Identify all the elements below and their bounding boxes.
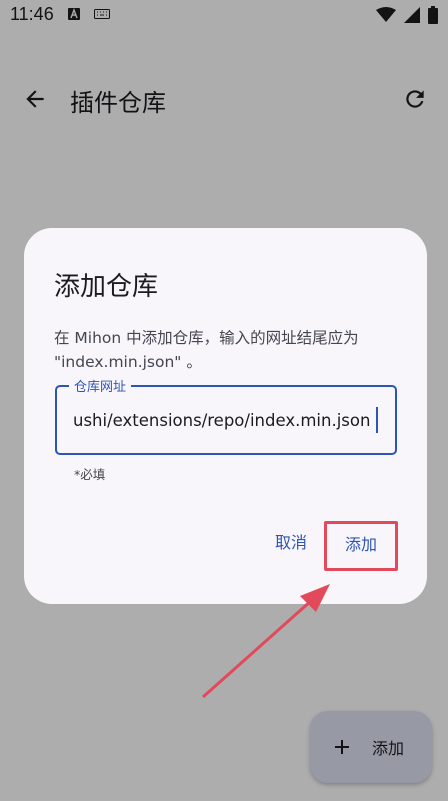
repo-url-input[interactable]: 仓库网址 ushi/extensions/repo/index.min.json	[55, 376, 397, 455]
field-label-container: 仓库网址	[69, 376, 132, 395]
field-label: 仓库网址	[74, 380, 127, 395]
required-hint: *必填	[74, 467, 106, 482]
dialog-message: 在 Mihon 中添加仓库，输入的网址结尾应为 "index.min.json"…	[54, 329, 359, 371]
dialog-title: 添加仓库	[54, 272, 159, 302]
text-cursor	[376, 407, 378, 433]
field-value-container: ushi/extensions/repo/index.min.json	[73, 411, 379, 430]
add-button[interactable]: 添加	[324, 521, 398, 571]
add-repo-dialog: 添加仓库 在 Mihon 中添加仓库，输入的网址结尾应为 "index.min.…	[24, 228, 427, 604]
field-value: ushi/extensions/repo/index.min.json	[73, 411, 371, 430]
cancel-button[interactable]: 取消	[249, 530, 333, 570]
